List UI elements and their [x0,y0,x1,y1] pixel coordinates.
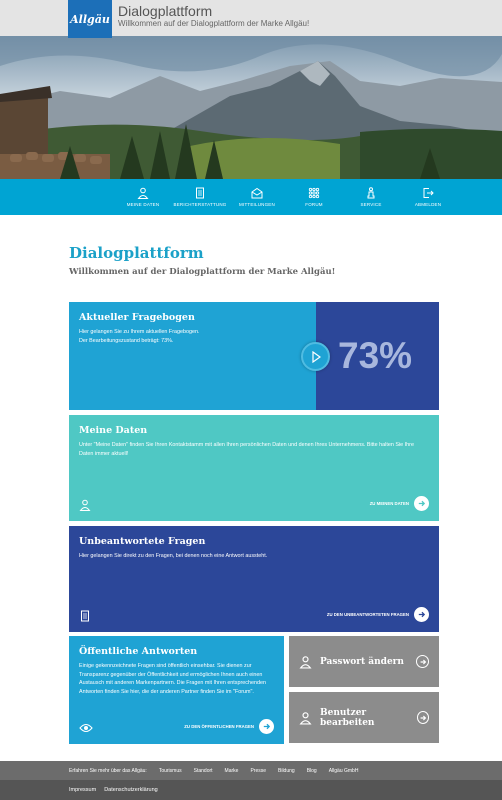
tile-text: Unter "Meine Daten" finden Sie Ihren Kon… [79,442,414,457]
user-icon [137,187,149,199]
mountain-landscape [0,36,502,179]
footer-link-tourismus[interactable]: Tourismus [159,768,182,774]
tile-title: Aktueller Fragebogen [79,312,195,323]
tile-label: Benutzer bearbeiten [320,707,375,728]
footer-link-allgaeu-gmbh[interactable]: Allgäu GmbH [329,768,359,774]
hero-mountain-image [0,36,502,179]
tile-text: Hier gelangen Sie zu Ihrem aktuellen Fra… [79,329,200,335]
tile-text: Hier gelangen Sie direkt zu den Fragen, … [79,553,268,559]
arrow-right-icon [416,711,429,724]
tile-text: Einige gekennzeichnete Fragen sind öffen… [79,663,266,695]
eye-icon [79,723,93,733]
app-subtitle: Willkommen auf der Dialogplattform der M… [118,19,310,28]
nav-forum[interactable]: FORUM [288,179,340,215]
nav-label: MEINE DATEN [126,202,160,207]
tile-title: Meine Daten [79,425,148,436]
document-icon [196,187,204,199]
grid-icon [308,187,320,199]
arrow-right-icon [414,496,429,511]
arrow-right-icon [414,607,429,622]
user-icon [299,711,312,724]
tile-oeffentliche-antworten[interactable]: Öffentliche Antworten Einige gekennzeich… [69,636,284,744]
footer-links: Erfahren Sie mehr über das Allgäu: Touri… [0,761,502,780]
footer-link-impressum[interactable]: Impressum [69,787,96,793]
tile-title: Öffentliche Antworten [79,646,198,657]
app-title: Dialogplattform [118,3,213,19]
envelope-icon [251,187,263,199]
nav-abmelden[interactable]: ABMELDEN [402,179,454,215]
user-icon [79,499,91,511]
play-button[interactable] [301,342,330,371]
footer-link-datenschutz[interactable]: Datenschutzerklärung [104,787,158,793]
tile-title: Unbeantwortete Fragen [79,536,206,547]
page-subtitle: Willkommen auf der Dialogplattform der M… [69,267,336,277]
footer-link-blog[interactable]: Blog [307,768,317,774]
progress-panel: 73% [316,302,439,410]
tile-label: Passwort ändern [320,656,404,667]
tile-benutzer-bearbeiten[interactable]: Benutzer bearbeiten [289,692,439,743]
tile-aktueller-fragebogen[interactable]: Aktueller Fragebogen Hier gelangen Sie z… [69,302,316,410]
tile-status-text: Der Bearbeitungszustand beträgt: 73%. [79,337,174,344]
link-label: ZU MEINEN DATEN [369,501,409,506]
top-header: Allgäu Dialogplattform Willkommen auf de… [0,0,502,38]
nav-meine-daten[interactable]: MEINE DATEN [117,179,169,215]
zu-oeffentlichen-fragen-link[interactable]: ZU DEN ÖFFENTLICHEN FRAGEN [184,719,274,734]
page-title: Dialogplattform [69,244,204,262]
footer-legal: Impressum Datenschutzerklärung [0,780,502,800]
nav-mitteilungen[interactable]: MITTEILUNGEN [231,179,283,215]
link-label: ZU DEN UNBEANTWORTETEN FRAGEN [326,612,409,617]
person-info-icon [367,187,375,199]
footer-lead: Erfahren Sie mehr über das Allgäu: [69,767,147,774]
nav-label: BERICHTERSTATTUNG [173,202,227,207]
nav-label: SERVICE [360,202,382,207]
arrow-right-icon [259,719,274,734]
document-icon [81,610,89,622]
nav-label: MITTEILUNGEN [239,202,275,207]
logout-icon [423,188,434,198]
arrow-right-icon [416,655,429,668]
tile-meine-daten[interactable]: Meine Daten Unter "Meine Daten" finden S… [69,415,439,521]
nav-service[interactable]: SERVICE [345,179,397,215]
link-label: ZU DEN ÖFFENTLICHEN FRAGEN [184,724,254,729]
zu-meinen-daten-link[interactable]: ZU MEINEN DATEN [370,496,429,511]
progress-value: 73% [338,335,413,376]
allgaeu-logo[interactable]: Allgäu [68,0,112,38]
main-navigation: MEINE DATEN BERICHTERSTATTUNG MITTEILUNG… [0,179,502,215]
nav-berichterstattung[interactable]: BERICHTERSTATTUNG [174,179,226,215]
footer-link-presse[interactable]: Presse [250,768,266,774]
nav-label: FORUM [305,202,323,207]
tile-unbeantwortete-fragen[interactable]: Unbeantwortete Fragen Hier gelangen Sie … [69,526,439,632]
zu-unbeantworteten-fragen-link[interactable]: ZU DEN UNBEANTWORTETEN FRAGEN [327,607,429,622]
footer-link-marke[interactable]: Marke [225,768,239,774]
nav-label: ABMELDEN [414,202,442,207]
user-icon [299,655,312,668]
play-icon [311,350,321,363]
logo-text: Allgäu [70,12,110,26]
footer-link-bildung[interactable]: Bildung [278,768,295,774]
tile-passwort-aendern[interactable]: Passwort ändern [289,636,439,687]
footer-link-standort[interactable]: Standort [194,768,213,774]
